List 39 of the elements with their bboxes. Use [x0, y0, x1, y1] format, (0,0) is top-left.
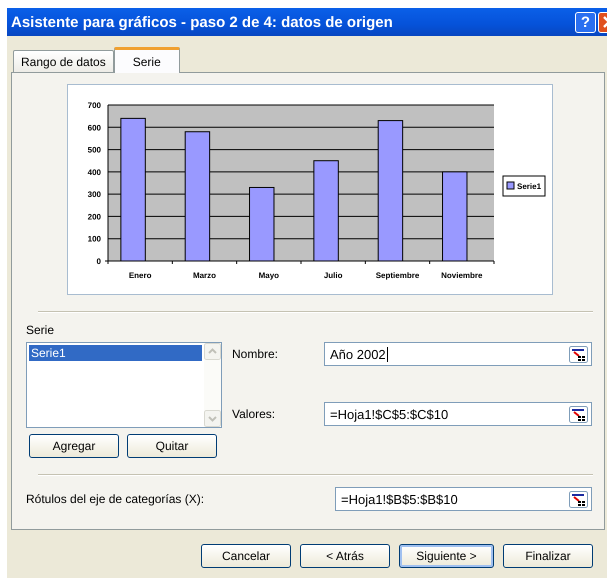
series-button[interactable]: Agregar: [29, 434, 119, 458]
tick-label: 100: [88, 234, 101, 244]
legend-label: Serie1: [517, 182, 542, 191]
field-label: Rótulos del eje de categorías (X):: [26, 492, 206, 506]
category-label: Marzo: [192, 271, 216, 280]
category-label: Enero: [128, 271, 152, 280]
series-label: Serie: [26, 323, 56, 339]
field-label: Nombre:: [232, 347, 280, 361]
collapse-dialog-icon[interactable]: [569, 490, 588, 508]
legend-swatch: [506, 182, 514, 190]
window-title: Asistente para gráficos - paso 2 de 4: datos de origen: [11, 14, 394, 30]
tab[interactable]: Serie: [114, 47, 180, 73]
category-label: Mayo: [258, 271, 280, 280]
tick-label: 400: [88, 168, 101, 177]
tick-label: 600: [88, 123, 101, 132]
input-field[interactable]: Año 2002: [324, 342, 592, 366]
dialog-button[interactable]: < Atrás: [300, 544, 390, 568]
category-label: Septiembre: [376, 271, 420, 280]
tick-label: 300: [88, 190, 101, 200]
tick-label: 500: [88, 146, 101, 155]
tick-label: 700: [88, 101, 101, 110]
collapse-dialog-icon[interactable]: [569, 346, 588, 362]
dialog-button[interactable]: Finalizar: [503, 544, 593, 568]
list-item[interactable]: Serie1: [29, 345, 202, 361]
field-label: Valores:: [232, 407, 276, 421]
category-label: Noviembre: [441, 271, 483, 280]
input-field[interactable]: =Hoja1!$B$5:$B$10: [335, 487, 592, 511]
tick-label: 0: [96, 257, 101, 266]
dialog-button[interactable]: Siguiente >: [399, 544, 494, 568]
dialog-button[interactable]: Cancelar: [201, 544, 291, 568]
series-button[interactable]: Quitar: [127, 434, 217, 458]
legend-box: [502, 176, 546, 196]
collapse-dialog-icon[interactable]: [569, 406, 588, 422]
tick-label: 200: [88, 212, 101, 222]
input-field[interactable]: =Hoja1!$C$5:$C$10: [324, 402, 592, 426]
category-label: Julio: [324, 271, 342, 280]
tab[interactable]: Rango de datos: [13, 50, 114, 72]
series-list[interactable]: Serie1: [26, 342, 222, 428]
help-button[interactable]: ?: [575, 12, 596, 32]
